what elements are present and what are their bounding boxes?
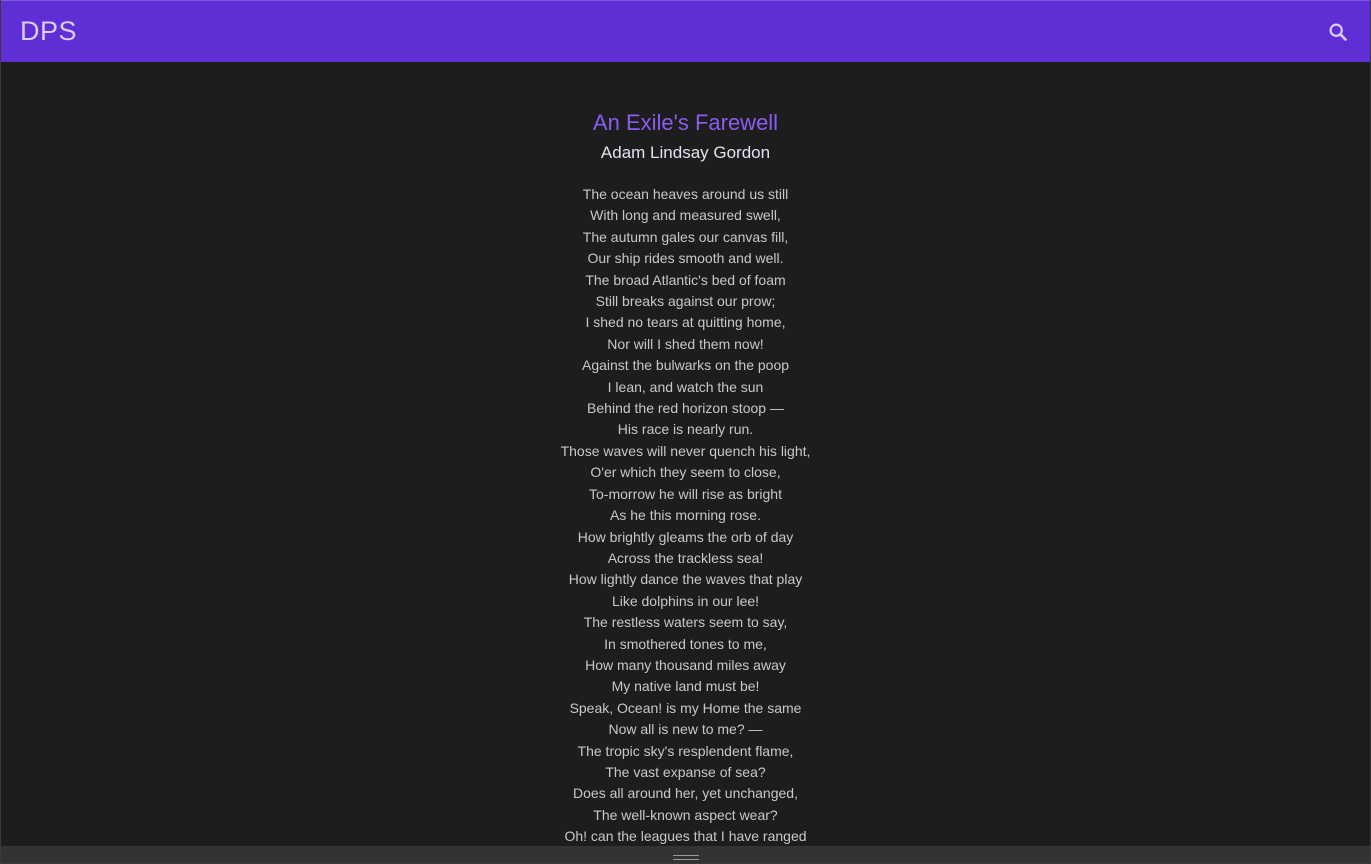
search-icon xyxy=(1329,22,1347,41)
poem-title: An Exile's Farewell xyxy=(592,110,779,135)
poem-line: Against the bulwarks on the poop xyxy=(581,357,790,374)
app-bar: DPS xyxy=(1,0,1370,62)
poem-line: The autumn gales our canvas fill, xyxy=(582,228,789,245)
poem-line: Our ship rides smooth and well. xyxy=(587,250,784,267)
poem-line: Nor will I shed them now! xyxy=(607,335,764,352)
bottom-bar xyxy=(1,846,1370,863)
poem-line: I shed no tears at quitting home, xyxy=(585,314,786,331)
app-title: DPS xyxy=(20,16,78,46)
poem-line: Behind the red horizon stoop — xyxy=(587,400,784,417)
poem-line: The well-known aspect wear? xyxy=(593,806,778,823)
poem-line: I lean, and watch the sun xyxy=(607,378,764,395)
poem-author: Adam Lindsay Gordon xyxy=(600,143,771,162)
poem-content[interactable]: An Exile's Farewell Adam Lindsay Gordon … xyxy=(1,62,1370,847)
poem-line: How many thousand miles away xyxy=(585,656,786,673)
poem-line: Those waves will never quench his light, xyxy=(560,442,811,459)
poem-line: To-morrow he will rise as bright xyxy=(589,485,782,502)
poem-line: The restless waters seem to say, xyxy=(583,614,788,631)
poem-line: The vast expanse of sea? xyxy=(605,763,766,780)
poem-line: The tropic sky's resplendent flame, xyxy=(577,742,794,759)
poem-line: Oh! can the leagues that I have ranged xyxy=(564,828,807,845)
app-window: DPS An Exile's Farewell Adam Lindsay Gor… xyxy=(0,0,1371,864)
search-button[interactable] xyxy=(1324,18,1352,46)
poem-line: The ocean heaves around us still xyxy=(582,186,789,202)
poem-lines: The ocean heaves around us still With lon… xyxy=(1,184,1370,847)
poem-line: The broad Atlantic's bed of foam xyxy=(585,271,786,288)
poem-line: As he this morning rose. xyxy=(610,507,761,524)
poem-line: In smothered tones to me, xyxy=(604,635,767,652)
poem-line: His race is nearly run. xyxy=(617,421,754,438)
drag-handle[interactable] xyxy=(672,855,699,860)
poem-line: Does all around her, yet unchanged, xyxy=(573,785,798,802)
poem-line: My native land must be! xyxy=(611,678,760,695)
poem-line: Like dolphins in our lee! xyxy=(611,592,760,609)
poem-line: With long and measured swell, xyxy=(590,207,781,224)
poem-line: Across the trackless sea! xyxy=(607,549,764,566)
poem-line: Speak, Ocean! is my Home the same xyxy=(569,699,802,716)
poem-line: How lightly dance the waves that play xyxy=(568,571,803,588)
poem-line: Now all is new to me? — xyxy=(608,721,763,738)
poem-line: Still breaks against our prow; xyxy=(595,293,776,310)
poem-line: O'er which they seem to close, xyxy=(590,464,781,481)
poem-line: How brightly gleams the orb of day xyxy=(577,528,794,545)
